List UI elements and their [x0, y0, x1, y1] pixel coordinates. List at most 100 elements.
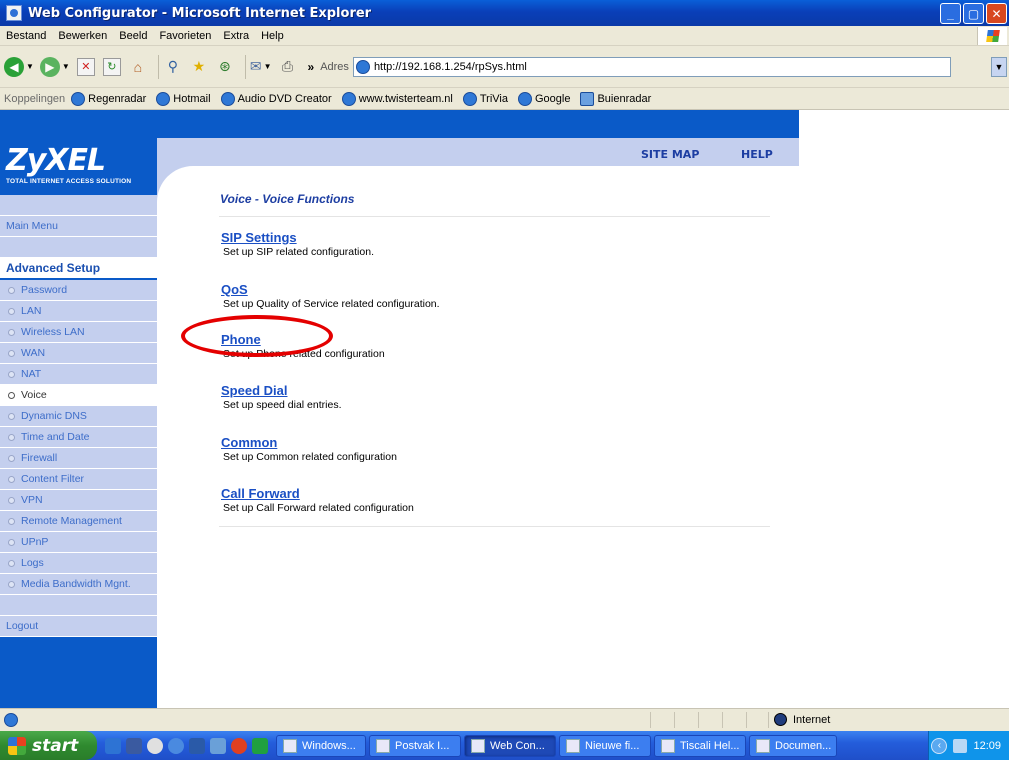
zyxel-logo: ZyXEL TOTAL INTERNET ACCESS SOLUTION	[0, 110, 157, 195]
tray-expand-icon[interactable]: ‹	[931, 737, 948, 754]
browser-quicklaunch-icon[interactable]	[168, 737, 184, 754]
menu-extra[interactable]: Extra	[217, 30, 255, 42]
sidebar-item-remote-management[interactable]: Remote Management	[0, 511, 157, 532]
sidebar-item-vpn[interactable]: VPN	[0, 490, 157, 511]
minimize-button[interactable]: _	[940, 3, 961, 24]
radio-icon	[8, 454, 15, 462]
task-document[interactable]: Documen...	[749, 734, 837, 757]
mail-task-icon	[376, 738, 390, 753]
media-icon: ⊛	[218, 58, 231, 74]
speaker-icon[interactable]	[953, 738, 968, 753]
sidebar-item-label: Wireless LAN	[21, 326, 85, 338]
menu-favorieten[interactable]: Favorieten	[153, 30, 217, 42]
task-nieuwe[interactable]: Nieuwe fi...	[559, 734, 651, 757]
qos-link[interactable]: QoS	[221, 282, 440, 297]
site-map-link[interactable]: SITE MAP	[641, 148, 699, 161]
outlook-quicklaunch-icon[interactable]	[210, 737, 226, 754]
task-tiscali[interactable]: Tiscali Hel...	[654, 734, 746, 757]
sidebar-item-dynamic-dns[interactable]: Dynamic DNS	[0, 406, 157, 427]
voice-item-call-forward: Call Forward Set up Call Forward related…	[221, 486, 414, 514]
app-quicklaunch-icon[interactable]	[231, 737, 247, 754]
task-label: Documen...	[775, 739, 832, 752]
mail-dropdown-icon[interactable]: ▼	[264, 62, 272, 71]
sidebar-item-wan[interactable]: WAN	[0, 343, 157, 364]
menu-bestand[interactable]: Bestand	[0, 30, 52, 42]
task-windows[interactable]: Windows...	[276, 734, 366, 757]
refresh-button[interactable]: ↻	[102, 55, 122, 79]
media-button[interactable]: ⊛	[215, 55, 235, 79]
call-forward-link[interactable]: Call Forward	[221, 486, 414, 501]
paint-quicklaunch-icon[interactable]	[252, 737, 268, 754]
sidebar-item-wireless-lan[interactable]: Wireless LAN	[0, 322, 157, 343]
toolbar-overflow-icon[interactable]: »	[308, 60, 315, 74]
word-quicklaunch-icon[interactable]	[189, 737, 205, 754]
sidebar-item-nat[interactable]: NAT	[0, 364, 157, 385]
ie-task-icon	[661, 738, 675, 753]
media-quicklaunch-icon[interactable]	[147, 737, 163, 754]
sidebar-item-media-bandwidth[interactable]: Media Bandwidth Mgnt.	[0, 574, 157, 595]
sidebar-item-password[interactable]: Password	[0, 280, 157, 301]
sidebar-item-upnp[interactable]: UPnP	[0, 532, 157, 553]
link-google[interactable]: Google	[517, 91, 570, 106]
menu-bar: Bestand Bewerken Beeld Favorieten Extra …	[0, 26, 1009, 46]
back-dropdown-icon[interactable]: ▼	[26, 62, 34, 71]
menu-bewerken[interactable]: Bewerken	[52, 30, 113, 42]
page-icon	[355, 59, 370, 74]
menu-beeld[interactable]: Beeld	[113, 30, 153, 42]
sidebar-item-label: NAT	[21, 368, 42, 380]
address-dropdown-icon[interactable]: ▼	[991, 57, 1007, 77]
sidebar-item-logout[interactable]: Logout	[0, 616, 157, 637]
link-audio-dvd-creator[interactable]: Audio DVD Creator	[220, 91, 332, 106]
close-button[interactable]: ✕	[986, 3, 1007, 24]
task-web-configurator[interactable]: Web Con...	[464, 734, 556, 757]
link-regenradar[interactable]: Regenradar	[71, 91, 146, 106]
ie-page-icon	[220, 91, 235, 106]
start-button[interactable]: start	[0, 731, 97, 760]
speed-dial-link[interactable]: Speed Dial	[221, 383, 342, 398]
address-bar[interactable]	[352, 56, 951, 77]
print-button[interactable]: ⎙	[278, 55, 298, 79]
task-postvak[interactable]: Postvak I...	[369, 734, 461, 757]
stop-icon: ✕	[76, 57, 95, 76]
maximize-button[interactable]: ▢	[963, 3, 984, 24]
ie-quicklaunch-icon[interactable]	[105, 737, 121, 754]
common-link[interactable]: Common	[221, 435, 397, 450]
status-divider	[768, 712, 769, 728]
sidebar-item-lan[interactable]: LAN	[0, 301, 157, 322]
refresh-icon: ↻	[102, 57, 121, 76]
sidebar-item-logs[interactable]: Logs	[0, 553, 157, 574]
sidebar-item-time-and-date[interactable]: Time and Date	[0, 427, 157, 448]
forward-dropdown-icon[interactable]: ▼	[62, 62, 70, 71]
address-input[interactable]	[373, 60, 934, 73]
sidebar-item-main-menu[interactable]: Main Menu	[0, 216, 157, 237]
sip-settings-link[interactable]: SIP Settings	[221, 230, 374, 245]
back-button[interactable]: ◀ ▼	[4, 55, 34, 79]
task-label: Tiscali Hel...	[680, 739, 740, 752]
mail-button[interactable]: ✉ ▼	[250, 55, 272, 79]
link-hotmail[interactable]: Hotmail	[156, 91, 211, 106]
stop-button[interactable]: ✕	[76, 55, 96, 79]
menu-help[interactable]: Help	[255, 30, 290, 42]
sidebar-item-firewall[interactable]: Firewall	[0, 448, 157, 469]
mail-icon: ✉	[249, 58, 262, 74]
phone-link[interactable]: Phone	[221, 332, 385, 347]
speed-dial-desc: Set up speed dial entries.	[223, 399, 342, 411]
forward-button[interactable]: ▶ ▼	[39, 55, 70, 79]
task-label: Nieuwe fi...	[585, 739, 640, 752]
voice-item-phone: Phone Set up Phone related configuration	[221, 332, 385, 360]
bottom-divider	[219, 526, 770, 527]
help-link[interactable]: HELP	[741, 148, 773, 161]
save-quicklaunch-icon[interactable]	[126, 737, 142, 754]
link-twisterteam[interactable]: www.twisterteam.nl	[341, 91, 453, 106]
search-icon: ⚲	[167, 58, 178, 74]
sidebar-item-label: Password	[21, 284, 68, 296]
search-button[interactable]: ⚲	[163, 55, 183, 79]
link-trivia[interactable]: TriVia	[462, 91, 508, 106]
home-button[interactable]: ⌂	[128, 55, 148, 79]
sidebar-item-voice[interactable]: Voice	[0, 385, 157, 406]
favorites-button[interactable]: ★	[189, 55, 209, 79]
word-task-icon	[756, 738, 770, 753]
clock[interactable]: 12:09	[973, 740, 1001, 752]
link-buienradar[interactable]: Buienradar	[580, 91, 651, 106]
sidebar-item-content-filter[interactable]: Content Filter	[0, 469, 157, 490]
